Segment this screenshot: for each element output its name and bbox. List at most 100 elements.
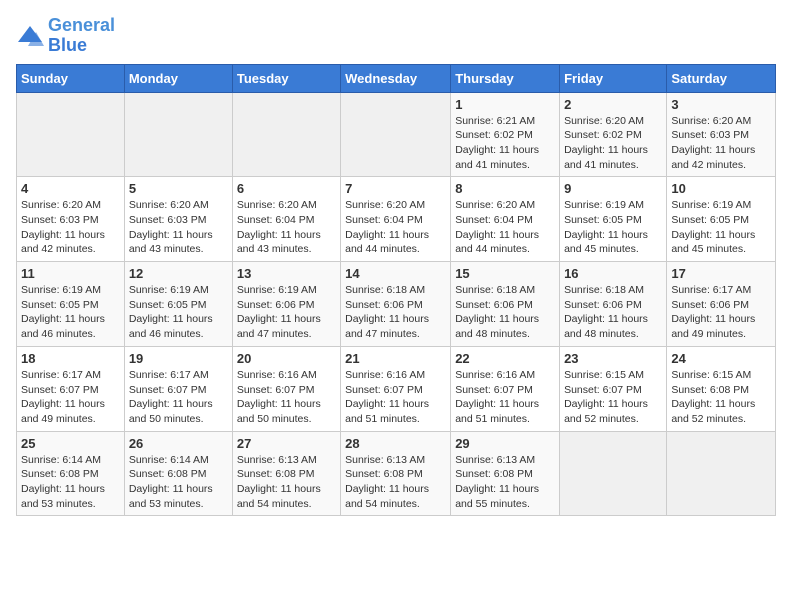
- day-number: 4: [21, 181, 120, 196]
- calendar-cell: 12 Sunrise: 6:19 AMSunset: 6:05 PMDayligh…: [124, 262, 232, 347]
- calendar-cell: 20 Sunrise: 6:16 AMSunset: 6:07 PMDayligh…: [232, 346, 340, 431]
- day-info: Sunrise: 6:20 AMSunset: 6:04 PMDaylight:…: [345, 198, 446, 257]
- calendar-cell: [560, 431, 667, 516]
- calendar-week-row: 4 Sunrise: 6:20 AMSunset: 6:03 PMDaylight…: [17, 177, 776, 262]
- day-info: Sunrise: 6:19 AMSunset: 6:05 PMDaylight:…: [21, 283, 120, 342]
- weekday-header: Friday: [560, 64, 667, 92]
- calendar-cell: 16Sunrise: 6:18 AMSunset: 6:06 PMDayligh…: [560, 262, 667, 347]
- weekday-header: Monday: [124, 64, 232, 92]
- day-number: 17: [671, 266, 771, 281]
- calendar-cell: [124, 92, 232, 177]
- day-info: Sunrise: 6:16 AMSunset: 6:07 PMDaylight:…: [237, 368, 336, 427]
- day-number: 8: [455, 181, 555, 196]
- day-info: Sunrise: 6:18 AMSunset: 6:06 PMDaylight:…: [345, 283, 446, 342]
- day-info: Sunrise: 6:13 AMSunset: 6:08 PMDaylight:…: [237, 453, 336, 512]
- day-number: 7: [345, 181, 446, 196]
- calendar-cell: 27 Sunrise: 6:13 AMSunset: 6:08 PMDayligh…: [232, 431, 340, 516]
- calendar-cell: 10Sunrise: 6:19 AMSunset: 6:05 PMDayligh…: [667, 177, 776, 262]
- calendar-cell: 15Sunrise: 6:18 AMSunset: 6:06 PMDayligh…: [451, 262, 560, 347]
- day-info: Sunrise: 6:15 AMSunset: 6:07 PMDaylight:…: [564, 368, 662, 427]
- calendar-week-row: 1 Sunrise: 6:21 AMSunset: 6:02 PMDaylight…: [17, 92, 776, 177]
- day-number: 2: [564, 97, 662, 112]
- weekday-header: Thursday: [451, 64, 560, 92]
- calendar-header: SundayMondayTuesdayWednesdayThursdayFrid…: [17, 64, 776, 92]
- calendar-cell: 14Sunrise: 6:18 AMSunset: 6:06 PMDayligh…: [341, 262, 451, 347]
- weekday-header: Wednesday: [341, 64, 451, 92]
- calendar-week-row: 25 Sunrise: 6:14 AMSunset: 6:08 PMDayligh…: [17, 431, 776, 516]
- calendar-cell: 26 Sunrise: 6:14 AMSunset: 6:08 PMDayligh…: [124, 431, 232, 516]
- day-number: 28: [345, 436, 446, 451]
- day-number: 5: [129, 181, 228, 196]
- day-number: 12: [129, 266, 228, 281]
- day-number: 6: [237, 181, 336, 196]
- logo-icon: [16, 22, 44, 50]
- day-number: 23: [564, 351, 662, 366]
- calendar-body: 1 Sunrise: 6:21 AMSunset: 6:02 PMDaylight…: [17, 92, 776, 516]
- day-number: 16: [564, 266, 662, 281]
- day-number: 29: [455, 436, 555, 451]
- calendar-cell: 13 Sunrise: 6:19 AMSunset: 6:06 PMDayligh…: [232, 262, 340, 347]
- day-info: Sunrise: 6:14 AMSunset: 6:08 PMDaylight:…: [129, 453, 228, 512]
- calendar-week-row: 18Sunrise: 6:17 AMSunset: 6:07 PMDayligh…: [17, 346, 776, 431]
- logo-text: General Blue: [48, 16, 115, 56]
- day-info: Sunrise: 6:13 AMSunset: 6:08 PMDaylight:…: [345, 453, 446, 512]
- day-info: Sunrise: 6:20 AMSunset: 6:03 PMDaylight:…: [129, 198, 228, 257]
- weekday-header: Sunday: [17, 64, 125, 92]
- calendar-cell: [17, 92, 125, 177]
- day-number: 22: [455, 351, 555, 366]
- calendar-cell: [667, 431, 776, 516]
- header: General Blue: [16, 16, 776, 56]
- day-info: Sunrise: 6:16 AMSunset: 6:07 PMDaylight:…: [345, 368, 446, 427]
- calendar-cell: 23 Sunrise: 6:15 AMSunset: 6:07 PMDayligh…: [560, 346, 667, 431]
- calendar-cell: 8 Sunrise: 6:20 AMSunset: 6:04 PMDaylight…: [451, 177, 560, 262]
- calendar-cell: 3 Sunrise: 6:20 AMSunset: 6:03 PMDaylight…: [667, 92, 776, 177]
- day-info: Sunrise: 6:17 AMSunset: 6:07 PMDaylight:…: [21, 368, 120, 427]
- calendar-week-row: 11 Sunrise: 6:19 AMSunset: 6:05 PMDayligh…: [17, 262, 776, 347]
- calendar-cell: 9 Sunrise: 6:19 AMSunset: 6:05 PMDaylight…: [560, 177, 667, 262]
- day-number: 3: [671, 97, 771, 112]
- day-number: 19: [129, 351, 228, 366]
- calendar-cell: 5 Sunrise: 6:20 AMSunset: 6:03 PMDaylight…: [124, 177, 232, 262]
- day-info: Sunrise: 6:20 AMSunset: 6:04 PMDaylight:…: [455, 198, 555, 257]
- calendar-cell: 7 Sunrise: 6:20 AMSunset: 6:04 PMDaylight…: [341, 177, 451, 262]
- day-info: Sunrise: 6:20 AMSunset: 6:03 PMDaylight:…: [671, 114, 771, 173]
- calendar-cell: 24Sunrise: 6:15 AMSunset: 6:08 PMDayligh…: [667, 346, 776, 431]
- day-number: 25: [21, 436, 120, 451]
- day-info: Sunrise: 6:17 AMSunset: 6:07 PMDaylight:…: [129, 368, 228, 427]
- day-number: 9: [564, 181, 662, 196]
- day-info: Sunrise: 6:13 AMSunset: 6:08 PMDaylight:…: [455, 453, 555, 512]
- day-number: 1: [455, 97, 555, 112]
- day-number: 10: [671, 181, 771, 196]
- calendar-cell: 18Sunrise: 6:17 AMSunset: 6:07 PMDayligh…: [17, 346, 125, 431]
- day-number: 26: [129, 436, 228, 451]
- day-info: Sunrise: 6:17 AMSunset: 6:06 PMDaylight:…: [671, 283, 771, 342]
- calendar-cell: 4 Sunrise: 6:20 AMSunset: 6:03 PMDaylight…: [17, 177, 125, 262]
- day-number: 20: [237, 351, 336, 366]
- calendar-cell: 22 Sunrise: 6:16 AMSunset: 6:07 PMDayligh…: [451, 346, 560, 431]
- calendar-cell: 6 Sunrise: 6:20 AMSunset: 6:04 PMDaylight…: [232, 177, 340, 262]
- calendar-cell: 21 Sunrise: 6:16 AMSunset: 6:07 PMDayligh…: [341, 346, 451, 431]
- day-info: Sunrise: 6:19 AMSunset: 6:06 PMDaylight:…: [237, 283, 336, 342]
- day-info: Sunrise: 6:19 AMSunset: 6:05 PMDaylight:…: [129, 283, 228, 342]
- day-info: Sunrise: 6:20 AMSunset: 6:03 PMDaylight:…: [21, 198, 120, 257]
- calendar-cell: [341, 92, 451, 177]
- day-info: Sunrise: 6:14 AMSunset: 6:08 PMDaylight:…: [21, 453, 120, 512]
- day-info: Sunrise: 6:16 AMSunset: 6:07 PMDaylight:…: [455, 368, 555, 427]
- calendar-cell: 28 Sunrise: 6:13 AMSunset: 6:08 PMDayligh…: [341, 431, 451, 516]
- logo: General Blue: [16, 16, 115, 56]
- day-info: Sunrise: 6:21 AMSunset: 6:02 PMDaylight:…: [455, 114, 555, 173]
- day-number: 11: [21, 266, 120, 281]
- day-number: 27: [237, 436, 336, 451]
- day-info: Sunrise: 6:20 AMSunset: 6:04 PMDaylight:…: [237, 198, 336, 257]
- calendar-cell: 17 Sunrise: 6:17 AMSunset: 6:06 PMDayligh…: [667, 262, 776, 347]
- day-info: Sunrise: 6:19 AMSunset: 6:05 PMDaylight:…: [564, 198, 662, 257]
- day-number: 15: [455, 266, 555, 281]
- calendar-cell: [232, 92, 340, 177]
- day-number: 13: [237, 266, 336, 281]
- calendar-cell: 1 Sunrise: 6:21 AMSunset: 6:02 PMDaylight…: [451, 92, 560, 177]
- calendar-cell: 29 Sunrise: 6:13 AMSunset: 6:08 PMDayligh…: [451, 431, 560, 516]
- day-number: 21: [345, 351, 446, 366]
- day-info: Sunrise: 6:15 AMSunset: 6:08 PMDaylight:…: [671, 368, 771, 427]
- calendar-cell: 11 Sunrise: 6:19 AMSunset: 6:05 PMDayligh…: [17, 262, 125, 347]
- calendar-cell: 19 Sunrise: 6:17 AMSunset: 6:07 PMDayligh…: [124, 346, 232, 431]
